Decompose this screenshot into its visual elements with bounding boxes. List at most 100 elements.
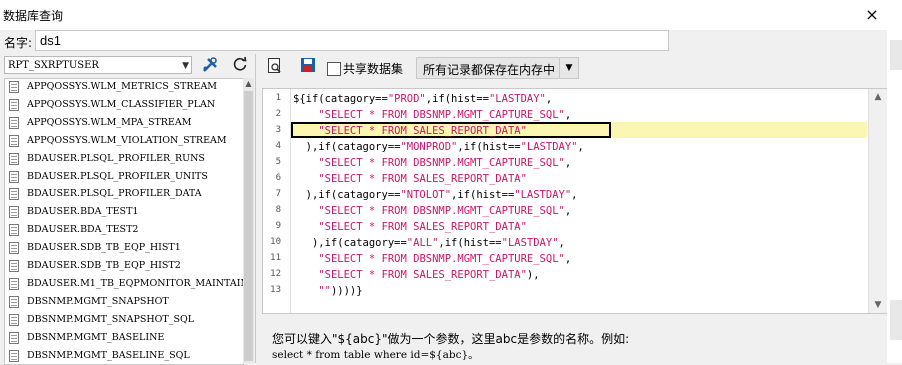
table-list-item[interactable]: APPQOSSYS.WLM_METRICS_STREAM: [5, 79, 243, 96]
code-line: ),if(catagory=="MONPROD",if(hist=="LASTD…: [293, 139, 584, 155]
table-list-scrollbar[interactable]: ▲: [243, 78, 254, 363]
scroll-down-icon[interactable]: ▼: [869, 297, 887, 313]
code-line: "SELECT * FROM SALES_REPORT_DATA": [293, 123, 527, 139]
refresh-icon[interactable]: [230, 56, 250, 76]
table-name: BDAUSER.M1_TB_EQPMONITOR_MAINTAIN1: [27, 277, 244, 289]
name-label: 名字:: [4, 36, 33, 50]
code-line: "SELECT * FROM SALES_REPORT_DATA"),: [293, 267, 540, 283]
code-token: ${if(catagory==: [293, 93, 388, 105]
table-list-item[interactable]: BDAUSER.PLSQL_PROFILER_RUNS: [5, 151, 243, 168]
table-list-item[interactable]: BDAUSER.BDA_TEST2: [5, 222, 243, 239]
table-icon: [9, 224, 19, 237]
table-name: APPQOSSYS.WLM_VIOLATION_STREAM: [27, 134, 227, 146]
datasource-select[interactable]: RPT_SXRPTUSER ▼: [4, 56, 192, 74]
code-token: ,: [545, 93, 553, 105]
table-name: DBSNMP.MGMT_BASELINE_SQL: [27, 349, 190, 361]
dialog-title: 数据库查询: [3, 9, 64, 23]
chevron-down-icon: ▼: [182, 61, 189, 71]
line-number: 2: [275, 109, 281, 119]
table-list-item[interactable]: BDAUSER.SDB_TB_EQP_HIST2: [5, 258, 243, 275]
name-input[interactable]: ds1: [35, 30, 669, 51]
string-literal: "SELECT * FROM DBSNMP.MGMT_CAPTURE_SQL": [318, 253, 565, 265]
table-list-item[interactable]: DBSNMP.MGMT_BASELINE_SQL: [5, 348, 243, 365]
string-literal: "LASTDAY": [514, 189, 572, 201]
code-token: ,: [577, 141, 584, 153]
table-name: BDAUSER.SDB_TB_EQP_HIST2: [27, 260, 181, 271]
share-dataset-checkbox[interactable]: [327, 62, 341, 76]
sql-editor[interactable]: 1 2 3 4 5 6 7 8 9 10 11 12 13 ${if(catagory=="PROD",…: [262, 88, 888, 314]
scroll-up-icon[interactable]: ▲: [869, 89, 887, 105]
table-icon: [9, 170, 19, 183]
code-token: ,if(hist==: [451, 189, 515, 201]
string-literal: "MONPROD": [400, 141, 458, 153]
string-literal: "NTOLOT": [400, 189, 452, 201]
chevron-down-icon: ▼: [559, 58, 578, 78]
line-number: 8: [275, 205, 281, 215]
string-literal: "LASTDAY": [520, 141, 578, 153]
line-number-gutter: 1 2 3 4 5 6 7 8 9 10 11 12 13: [263, 89, 291, 313]
close-icon[interactable]: ×: [858, 2, 886, 28]
table-list: APPQOSSYS.WLM_METRICS_STREAM APPQOSSYS.WL…: [4, 78, 244, 365]
table-list-item[interactable]: DBSNMP.MGMT_SNAPSHOT_SQL: [5, 312, 243, 329]
table-icon: [9, 331, 19, 344]
string-literal: "SELECT * FROM SALES_REPORT_DATA": [318, 221, 527, 233]
line-number: 4: [275, 141, 281, 151]
table-icon: [9, 295, 19, 308]
code-token: ),: [526, 269, 540, 281]
save-icon[interactable]: [298, 57, 318, 77]
table-icon: [9, 188, 19, 201]
line-number: 12: [270, 269, 281, 279]
code-line: "SELECT * FROM DBSNMP.MGMT_CAPTURE_SQL",: [293, 251, 571, 267]
table-list-item[interactable]: BDAUSER.PLSQL_PROFILER_UNITS: [5, 169, 243, 186]
table-list-item[interactable]: APPQOSSYS.WLM_VIOLATION_STREAM: [5, 133, 243, 150]
table-list-item[interactable]: BDAUSER.PLSQL_PROFILER_DATA: [5, 186, 243, 203]
edit-datasource-icon[interactable]: [200, 56, 220, 76]
table-list-item[interactable]: DBSNMP.MGMT_BASELINE: [5, 330, 243, 347]
editor-scrollbar[interactable]: ▲ ▼: [868, 89, 887, 313]
code-line: "SELECT * FROM DBSNMP.MGMT_CAPTURE_SQL",: [293, 203, 571, 219]
string-literal: "SELECT * FROM SALES_REPORT_DATA": [318, 125, 527, 137]
table-list-item[interactable]: BDAUSER.SDB_TB_EQP_HIST1: [5, 240, 243, 257]
string-literal: "LASTDAY": [501, 237, 559, 249]
memory-mode-select[interactable]: 所有记录都保存在内存中 ▼: [416, 57, 579, 79]
table-browser-panel: RPT_SXRPTUSER ▼ APPQOSSYS.WLM_METRICS_ST…: [0, 54, 256, 365]
table-list-item[interactable]: APPQOSSYS.WLM_CLASSIFIER_PLAN: [5, 97, 243, 114]
table-name: BDAUSER.SDB_TB_EQP_HIST1: [27, 242, 181, 254]
code-token: ,: [564, 205, 572, 217]
database-query-dialog: 数据库查询 × 名字: ds1 RPT_SXRPTUSER ▼ APPQOSSY…: [0, 0, 888, 365]
code-token: ,if(hist==: [425, 93, 489, 105]
table-list-item[interactable]: DBSNMP.MGMT_SNAPSHOT: [5, 294, 243, 311]
code-line: "SELECT * FROM SALES_REPORT_DATA": [293, 219, 527, 235]
table-icon: [9, 206, 19, 219]
code-line: ),if(catagory=="ALL",if(hist=="LASTDAY",: [293, 235, 565, 251]
line-number: 10: [270, 237, 281, 247]
table-name: DBSNMP.MGMT_SNAPSHOT: [27, 295, 169, 307]
code-token: ),if(catagory==: [293, 237, 407, 249]
line-number: 11: [270, 253, 281, 263]
string-literal: "PROD": [387, 93, 426, 105]
line-number: 1: [275, 93, 281, 103]
scrollbar-thumb[interactable]: [244, 91, 253, 361]
string-literal: "SELECT * FROM SALES_REPORT_DATA": [318, 173, 527, 185]
table-list-item[interactable]: APPQOSSYS.WLM_MPA_STREAM: [5, 115, 243, 132]
table-icon: [9, 152, 19, 165]
table-name: APPQOSSYS.WLM_MPA_STREAM: [27, 116, 192, 128]
help-line-1: 您可以键入"${abc}"做为一个参数，这里abc是参数的名称。例如:: [272, 332, 630, 346]
help-line-2: select * from table where id=${abc}。: [272, 349, 479, 361]
table-list-item[interactable]: BDAUSER.BDA_TEST1: [5, 204, 243, 221]
background-window-edge: [887, 0, 902, 363]
scroll-up-icon[interactable]: ▲: [243, 78, 254, 90]
preview-icon[interactable]: [265, 57, 285, 77]
table-list-item[interactable]: BDAUSER.M1_TB_EQPMONITOR_MAINTAIN1: [5, 276, 243, 293]
table-name: BDAUSER.BDA_TEST2: [27, 224, 139, 236]
line-number: 7: [275, 189, 281, 199]
code-token: ),if(catagory==: [293, 189, 401, 201]
title-bar: 数据库查询 ×: [0, 0, 887, 30]
table-icon: [9, 260, 19, 272]
